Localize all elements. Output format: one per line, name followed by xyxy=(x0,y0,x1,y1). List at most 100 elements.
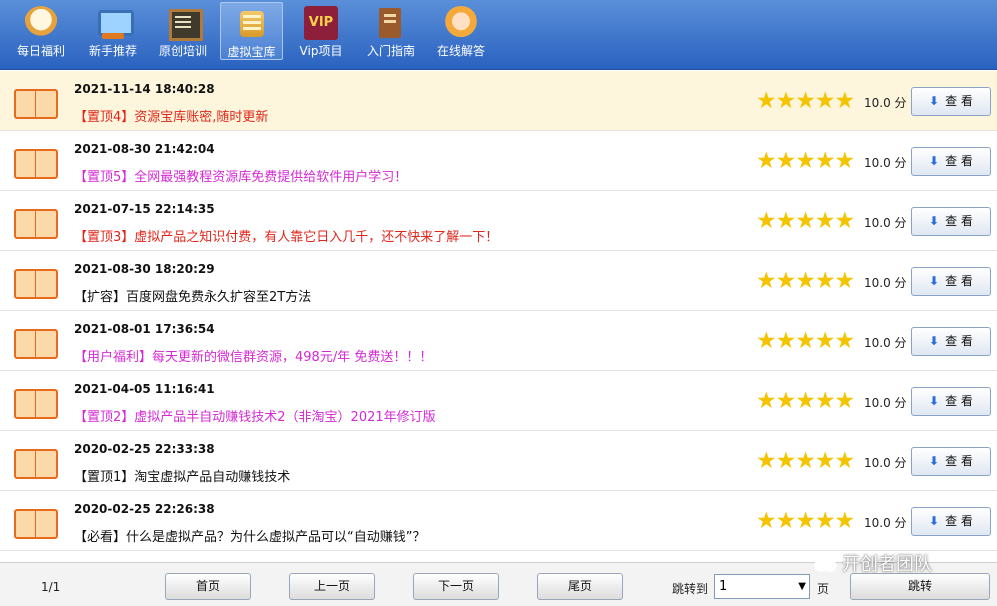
star-rating: ★★★★★ xyxy=(756,88,855,114)
watermark: 开创者团队 xyxy=(812,550,932,576)
list-item: 2021-07-15 22:14:35 【置顶3】虚拟产品之知识付费，有人靠它日… xyxy=(0,191,997,251)
chevron-down-icon: ▼ xyxy=(798,581,806,592)
item-score: 10.0 分 xyxy=(864,336,907,350)
prev-page-button[interactable]: 上一页 xyxy=(289,573,375,600)
item-date: 2020-02-25 22:33:38 xyxy=(74,442,215,456)
last-page-button[interactable]: 尾页 xyxy=(537,573,623,600)
list-item: 2021-11-14 18:40:28 【置顶4】资源宝库账密,随时更新 ★★★… xyxy=(0,71,997,131)
item-title[interactable]: 【必看】什么是虚拟产品？为什么虚拟产品可以“自动赚钱”？ xyxy=(74,526,425,545)
item-date: 2021-08-01 17:36:54 xyxy=(74,322,215,336)
toolbar-item-label: 在线解答 xyxy=(436,44,485,58)
download-arrow-icon: ⬇ xyxy=(929,514,940,528)
download-arrow-icon: ⬇ xyxy=(929,214,940,228)
page-info: 1/1 xyxy=(41,580,61,594)
toolbar-item-label: 原创培训 xyxy=(158,44,207,58)
item-title[interactable]: 【扩容】百度网盘免费永久扩容至2T方法 xyxy=(74,286,311,305)
page-select-value: 1 xyxy=(719,579,728,594)
item-title[interactable]: 【置顶3】虚拟产品之知识付费，有人靠它日入几千，还不快来了解一下！ xyxy=(74,226,498,245)
star-rating: ★★★★★ xyxy=(756,448,855,474)
lucky-cat-icon xyxy=(24,6,58,40)
download-arrow-icon: ⬇ xyxy=(929,94,940,108)
toolbar-item-daily-benefits[interactable]: 每日福利 xyxy=(10,2,72,60)
support-agent-icon xyxy=(444,6,478,40)
item-date: 2021-08-30 18:20:29 xyxy=(74,262,215,276)
item-date: 2021-04-05 11:16:41 xyxy=(74,382,215,396)
view-button[interactable]: ⬇ 查 看 xyxy=(911,447,991,476)
open-book-icon xyxy=(14,509,58,539)
view-button[interactable]: ⬇ 查 看 xyxy=(911,387,991,416)
item-score: 10.0 分 xyxy=(864,456,907,470)
vip-icon: VIP xyxy=(304,6,338,40)
list-item: 2021-08-30 18:20:29 【扩容】百度网盘免费永久扩容至2T方法 … xyxy=(0,251,997,311)
item-title[interactable]: 【置顶1】淘宝虚拟产品自动赚钱技术 xyxy=(74,466,290,485)
page-select[interactable]: 1 ▼ xyxy=(714,574,810,599)
list-item: 2021-04-05 11:16:41 【置顶2】虚拟产品半自动赚钱技术2（非淘… xyxy=(0,371,997,431)
view-button[interactable]: ⬇ 查 看 xyxy=(911,267,991,296)
toolbar-item-original-training[interactable]: 原创培训 xyxy=(152,2,214,60)
item-title[interactable]: 【用户福利】每天更新的微信群资源，498元/年 免费送！！！ xyxy=(74,346,432,365)
view-button[interactable]: ⬇ 查 看 xyxy=(911,507,991,536)
view-button-label: 查 看 xyxy=(945,514,973,528)
download-arrow-icon: ⬇ xyxy=(929,454,940,468)
item-date: 2021-08-30 21:42:04 xyxy=(74,142,215,156)
view-button-label: 查 看 xyxy=(945,394,973,408)
item-score: 10.0 分 xyxy=(864,216,907,230)
jump-button[interactable]: 跳转 xyxy=(850,573,990,600)
download-arrow-icon: ⬇ xyxy=(929,274,940,288)
open-book-icon xyxy=(14,449,58,479)
blackboard-icon xyxy=(166,6,203,41)
item-score: 10.0 分 xyxy=(864,516,907,530)
database-icon xyxy=(235,7,269,41)
item-date: 2020-02-25 22:26:38 xyxy=(74,502,215,516)
open-book-icon xyxy=(14,209,58,239)
page-unit-label: 页 xyxy=(817,582,830,596)
view-button-label: 查 看 xyxy=(945,214,973,228)
first-page-button[interactable]: 首页 xyxy=(165,573,251,600)
toolbar-item-label: Vip项目 xyxy=(299,44,343,58)
toolbar-item-getting-started[interactable]: 入门指南 xyxy=(360,2,422,60)
view-button-label: 查 看 xyxy=(945,274,973,288)
view-button[interactable]: ⬇ 查 看 xyxy=(911,207,991,236)
list-item: 2020-02-25 22:26:38 【必看】什么是虚拟产品？为什么虚拟产品可… xyxy=(0,491,997,551)
item-score: 10.0 分 xyxy=(864,96,907,110)
item-score: 10.0 分 xyxy=(864,396,907,410)
download-arrow-icon: ⬇ xyxy=(929,154,940,168)
view-button[interactable]: ⬇ 查 看 xyxy=(911,327,991,356)
book-icon xyxy=(374,6,408,40)
view-button-label: 查 看 xyxy=(945,454,973,468)
item-score: 10.0 分 xyxy=(864,276,907,290)
toolbar-item-vip-projects[interactable]: VIP Vip项目 xyxy=(290,2,352,60)
star-rating: ★★★★★ xyxy=(756,388,855,414)
toolbar-item-label: 入门指南 xyxy=(366,44,415,58)
item-title[interactable]: 【置顶4】资源宝库账密,随时更新 xyxy=(74,106,268,125)
item-date: 2021-07-15 22:14:35 xyxy=(74,202,215,216)
wechat-icon xyxy=(812,556,838,574)
star-rating: ★★★★★ xyxy=(756,268,855,294)
toolbar-item-beginner-recommend[interactable]: 新手推荐 xyxy=(82,2,144,60)
open-book-icon xyxy=(14,149,58,179)
open-book-icon xyxy=(14,269,58,299)
download-arrow-icon: ⬇ xyxy=(929,334,940,348)
top-toolbar: 每日福利 新手推荐 原创培训 虚拟宝库 VIP Vip项目 入门指南 在线解答 xyxy=(0,0,997,70)
download-arrow-icon: ⬇ xyxy=(929,394,940,408)
item-score: 10.0 分 xyxy=(864,156,907,170)
list-item: 2020-02-25 22:33:38 【置顶1】淘宝虚拟产品自动赚钱技术 ★★… xyxy=(0,431,997,491)
toolbar-item-label: 虚拟宝库 xyxy=(227,45,276,59)
list-item: 2021-08-30 21:42:04 【置顶5】全网最强教程资源库免费提供给软… xyxy=(0,131,997,191)
open-book-icon xyxy=(14,389,58,419)
toolbar-item-virtual-treasury[interactable]: 虚拟宝库 xyxy=(220,2,283,60)
toolbar-item-label: 新手推荐 xyxy=(88,44,137,58)
item-title[interactable]: 【置顶2】虚拟产品半自动赚钱技术2（非淘宝）2021年修订版 xyxy=(74,406,436,425)
view-button-label: 查 看 xyxy=(945,154,973,168)
view-button[interactable]: ⬇ 查 看 xyxy=(911,87,991,116)
open-book-icon xyxy=(14,89,58,119)
monitor-icon xyxy=(96,6,134,40)
open-book-icon xyxy=(14,329,58,359)
star-rating: ★★★★★ xyxy=(756,208,855,234)
view-button[interactable]: ⬇ 查 看 xyxy=(911,147,991,176)
next-page-button[interactable]: 下一页 xyxy=(413,573,499,600)
list-item: 2021-08-01 17:36:54 【用户福利】每天更新的微信群资源，498… xyxy=(0,311,997,371)
view-button-label: 查 看 xyxy=(945,94,973,108)
toolbar-item-online-answers[interactable]: 在线解答 xyxy=(430,2,492,60)
item-title[interactable]: 【置顶5】全网最强教程资源库免费提供给软件用户学习！ xyxy=(74,166,407,185)
